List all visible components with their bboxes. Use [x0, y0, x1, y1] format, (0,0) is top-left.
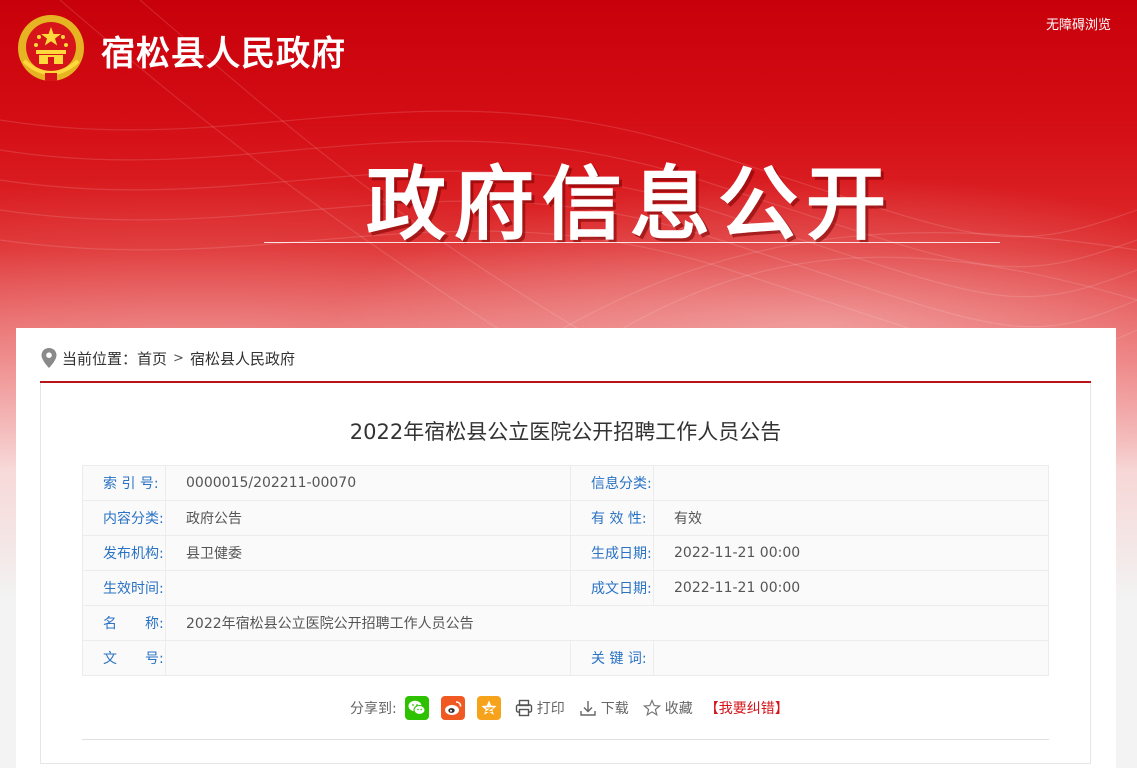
weibo-icon	[444, 701, 461, 715]
breadcrumb-separator: >	[173, 350, 184, 366]
report-error-link[interactable]: 【我要纠错】	[705, 698, 789, 718]
meta-row: 名 称: 2022年宿松县公立医院公开招聘工作人员公告	[82, 605, 1049, 641]
share-label: 分享到:	[350, 701, 397, 717]
meta-doc-number-label: 文 号:	[82, 640, 166, 676]
star-icon	[642, 699, 661, 717]
meta-effective-time-value	[165, 570, 571, 606]
meta-keywords-label: 关 键 词:	[570, 640, 654, 676]
favorite-label: 收藏	[664, 701, 693, 717]
share-toolbar: 分享到: 打印 下载 收藏 【我要纠错】	[350, 695, 789, 721]
national-emblem-icon	[18, 15, 84, 81]
meta-publisher-label: 发布机构:	[82, 535, 166, 571]
meta-publisher-value: 县卫健委	[165, 535, 571, 571]
article-title: 2022年宿松县公立医院公开招聘工作人员公告	[349, 420, 782, 444]
accessibility-link[interactable]: 无障碍浏览	[1046, 14, 1111, 33]
meta-row: 生效时间: 成文日期: 2022-11-21 00:00	[82, 570, 1049, 606]
meta-category-value	[653, 465, 1049, 501]
article-meta-table: 索 引 号: 0000015/202211-00070 信息分类: 内容分类: …	[82, 465, 1049, 676]
breadcrumb-current-link[interactable]: 宿松县人民政府	[190, 348, 295, 369]
meta-doc-number-value	[165, 640, 571, 676]
meta-generated-date-label: 生成日期:	[570, 535, 654, 571]
meta-generated-date-value: 2022-11-21 00:00	[653, 535, 1049, 571]
meta-row: 发布机构: 县卫健委 生成日期: 2022-11-21 00:00	[82, 535, 1049, 571]
qzone-share-button[interactable]	[476, 696, 501, 720]
download-label: 下载	[600, 701, 629, 717]
meta-row: 内容分类: 政府公告 有 效 性: 有效	[82, 500, 1049, 536]
weibo-share-button[interactable]	[440, 696, 465, 720]
site-name[interactable]: 宿松县人民政府	[101, 26, 346, 75]
breadcrumb-prefix: 当前位置：	[62, 349, 138, 368]
print-button[interactable]: 打印	[515, 698, 565, 718]
printer-icon	[515, 699, 532, 717]
breadcrumb: 当前位置： 首页 > 宿松县人民政府	[40, 346, 295, 370]
qzone-icon	[481, 700, 497, 715]
meta-validity-label: 有 效 性:	[570, 500, 654, 536]
meta-row: 文 号: 关 键 词:	[82, 640, 1049, 676]
wechat-share-button[interactable]	[404, 696, 429, 720]
meta-name-label: 名 称:	[82, 605, 166, 641]
location-pin-icon	[41, 348, 57, 368]
meta-name-value: 2022年宿松县公立医院公开招聘工作人员公告	[165, 605, 1049, 641]
meta-category-label: 信息分类:	[570, 465, 654, 501]
meta-keywords-value	[653, 640, 1049, 676]
meta-index-label: 索 引 号:	[82, 465, 166, 501]
meta-written-date-label: 成文日期:	[570, 570, 654, 606]
meta-content-type-label: 内容分类:	[82, 500, 166, 536]
share-divider	[82, 739, 1049, 740]
wechat-icon	[408, 700, 426, 715]
meta-row: 索 引 号: 0000015/202211-00070 信息分类:	[82, 465, 1049, 501]
meta-content-type-value: 政府公告	[165, 500, 571, 536]
meta-written-date-value: 2022-11-21 00:00	[653, 570, 1049, 606]
download-icon	[580, 701, 596, 716]
favorite-button[interactable]: 收藏	[642, 698, 693, 718]
meta-validity-value: 有效	[653, 500, 1049, 536]
banner-title-underline	[264, 242, 1000, 243]
print-label: 打印	[536, 701, 565, 717]
banner-title: 政府信息公开	[366, 158, 894, 251]
breadcrumb-home-link[interactable]: 首页	[137, 348, 167, 369]
download-button[interactable]: 下载	[579, 698, 629, 718]
meta-index-value: 0000015/202211-00070	[165, 465, 571, 501]
meta-effective-time-label: 生效时间:	[82, 570, 166, 606]
